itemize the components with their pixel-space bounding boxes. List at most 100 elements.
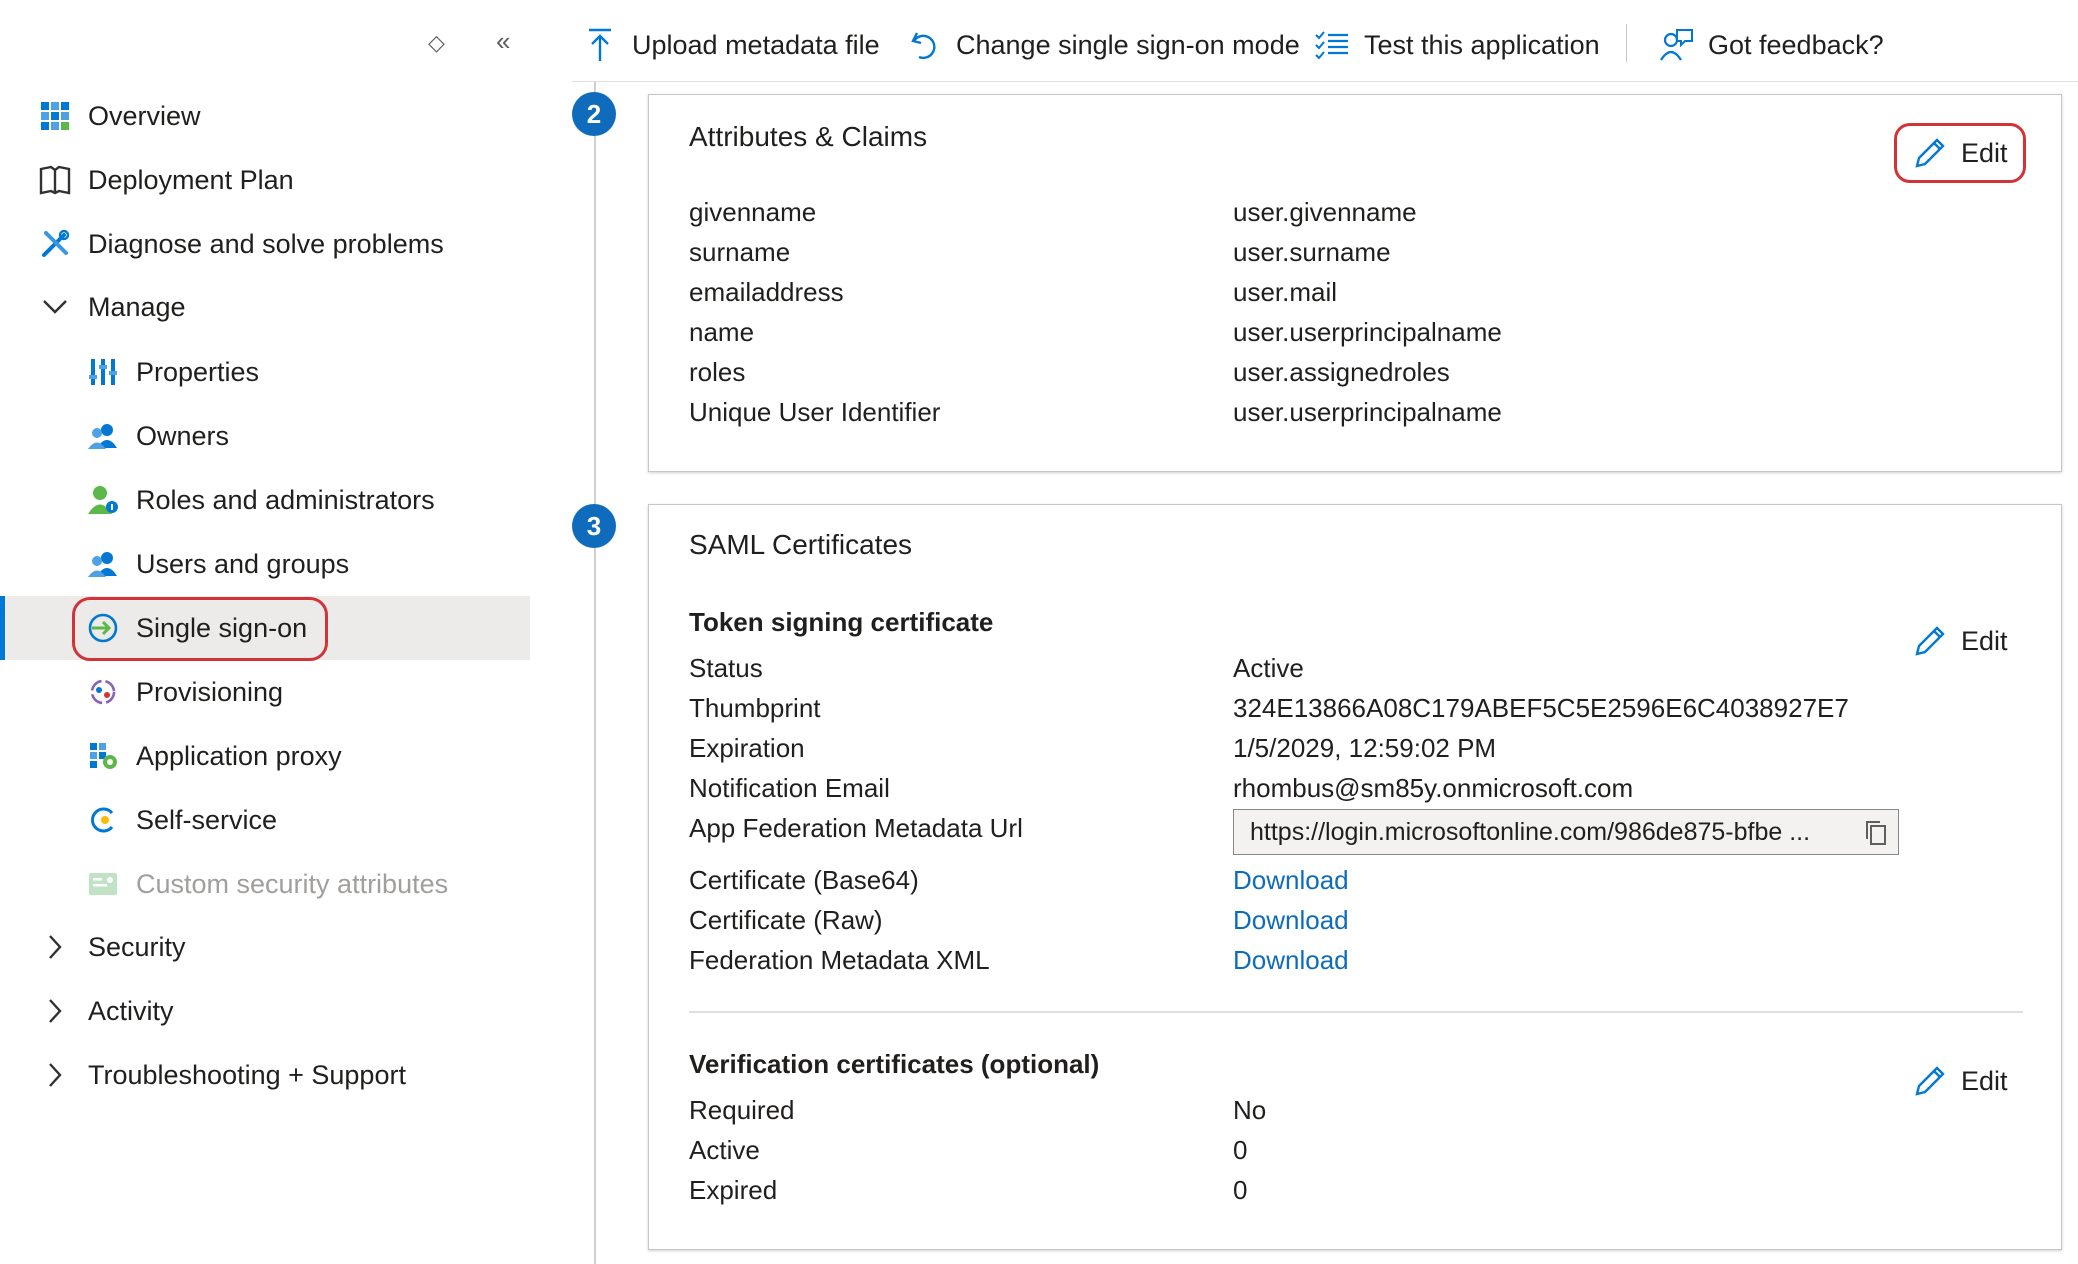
sidebar-item-application-proxy[interactable]: Application proxy bbox=[0, 724, 530, 788]
sidebar-item-label: Deployment Plan bbox=[88, 164, 294, 195]
token-signing-heading: Token signing certificate bbox=[689, 607, 994, 637]
tools-icon bbox=[38, 227, 72, 261]
feedback-button[interactable]: Got feedback? bbox=[1658, 22, 1884, 68]
metadata-url-value: https://login.microsoftonline.com/986de8… bbox=[1250, 817, 1811, 846]
expired-label: Expired bbox=[689, 1175, 778, 1205]
attributes-edit-button[interactable]: Edit bbox=[1913, 127, 2008, 179]
expiration-label: Expiration bbox=[689, 733, 805, 763]
certificate-raw-download-link[interactable]: Download bbox=[1233, 905, 1349, 936]
required-label: Required bbox=[689, 1095, 795, 1125]
metadata-url-label: App Federation Metadata Url bbox=[689, 813, 1023, 843]
owners-icon bbox=[86, 419, 120, 453]
sidebar-item-properties[interactable]: Properties bbox=[0, 340, 530, 404]
pencil-icon bbox=[1915, 626, 1945, 656]
sidebar-item-roles[interactable]: Roles and administrators bbox=[0, 468, 530, 532]
sidebar-item-label: Provisioning bbox=[136, 676, 284, 707]
claim-name: emailaddress bbox=[689, 277, 844, 307]
undo-icon bbox=[906, 27, 942, 63]
claim-value: user.assignedroles bbox=[1233, 357, 1450, 387]
users-groups-icon bbox=[86, 547, 120, 581]
token-signing-edit-button[interactable]: Edit bbox=[1913, 615, 2008, 667]
saml-certificates-title: SAML Certificates bbox=[689, 529, 913, 560]
attributes-claims-title: Attributes & Claims bbox=[689, 121, 928, 152]
status-label: Status bbox=[689, 653, 763, 683]
test-application-label: Test this application bbox=[1364, 29, 1600, 60]
pencil-icon bbox=[1915, 138, 1945, 168]
step-badge-2: 2 bbox=[572, 92, 616, 136]
edit-label: Edit bbox=[1961, 1065, 2008, 1096]
required-value: No bbox=[1233, 1095, 1267, 1125]
sidebar: ◇ « Overview Deployment Plan Diagnose an… bbox=[0, 0, 530, 1264]
step-badge-3: 3 bbox=[572, 504, 616, 548]
thumbprint-label: Thumbprint bbox=[689, 693, 821, 723]
claim-value: user.mail bbox=[1233, 277, 1338, 307]
metadata-url-field[interactable]: https://login.microsoftonline.com/986de8… bbox=[1233, 809, 1899, 855]
chevron-down-icon bbox=[38, 290, 72, 324]
verification-heading: Verification certificates (optional) bbox=[689, 1049, 1100, 1079]
active-value: 0 bbox=[1233, 1135, 1248, 1165]
sidebar-item-label: Manage bbox=[88, 291, 186, 322]
saml-certificates-card: SAML Certificates Token signing certific… bbox=[648, 504, 2062, 1250]
feedback-icon bbox=[1658, 27, 1694, 63]
status-value: Active bbox=[1233, 653, 1304, 683]
claim-value: user.surname bbox=[1233, 237, 1391, 267]
thumbprint-value: 324E13866A08C179ABEF5C5E2596E6C4038927E7 bbox=[1233, 693, 1849, 723]
sidebar-item-label: Activity bbox=[88, 995, 174, 1026]
notification-email-value: rhombus@sm85y.onmicrosoft.com bbox=[1233, 773, 1634, 803]
roles-icon bbox=[86, 483, 120, 517]
sidebar-item-label: Diagnose and solve problems bbox=[88, 228, 444, 259]
book-icon bbox=[38, 163, 72, 197]
sidebar-item-custom-security-attributes: Custom security attributes bbox=[0, 852, 530, 916]
feedback-label: Got feedback? bbox=[1708, 29, 1884, 60]
sidebar-item-label: Owners bbox=[136, 420, 230, 451]
sidebar-item-label: Self-service bbox=[136, 804, 278, 835]
notification-email-label: Notification Email bbox=[689, 773, 890, 803]
upload-metadata-label: Upload metadata file bbox=[632, 29, 880, 60]
overview-grid-icon bbox=[38, 99, 72, 133]
chevron-right-icon bbox=[38, 930, 72, 964]
expiration-value: 1/5/2029, 12:59:02 PM bbox=[1233, 733, 1497, 763]
sidebar-item-activity[interactable]: Activity bbox=[0, 979, 530, 1043]
change-sso-mode-button[interactable]: Change single sign-on mode bbox=[906, 22, 1300, 68]
claim-name: surname bbox=[689, 237, 791, 267]
pencil-icon bbox=[1915, 1066, 1945, 1096]
test-application-button[interactable]: Test this application bbox=[1314, 22, 1600, 68]
custom-attributes-icon bbox=[86, 867, 120, 901]
toolbar-separator bbox=[1626, 24, 1627, 62]
sidebar-item-troubleshooting[interactable]: Troubleshooting + Support bbox=[0, 1043, 530, 1107]
edit-label: Edit bbox=[1961, 137, 2008, 168]
certificate-raw-label: Certificate (Raw) bbox=[689, 905, 883, 935]
application-proxy-icon bbox=[86, 739, 120, 773]
sidebar-item-self-service[interactable]: Self-service bbox=[0, 788, 530, 852]
sidebar-item-security[interactable]: Security bbox=[0, 915, 530, 979]
sidebar-item-manage[interactable]: Manage bbox=[0, 275, 530, 339]
copy-icon[interactable] bbox=[1864, 820, 1888, 846]
claim-value: user.userprincipalname bbox=[1233, 317, 1502, 347]
sidebar-item-users-groups[interactable]: Users and groups bbox=[0, 532, 530, 596]
provisioning-icon bbox=[86, 675, 120, 709]
sidebar-item-label: Security bbox=[88, 931, 186, 962]
claim-name: name bbox=[689, 317, 755, 347]
sidebar-item-overview[interactable]: Overview bbox=[0, 84, 530, 148]
checklist-icon bbox=[1314, 27, 1350, 63]
sidebar-item-provisioning[interactable]: Provisioning bbox=[0, 660, 530, 724]
sidebar-item-diagnose[interactable]: Diagnose and solve problems bbox=[0, 212, 530, 276]
sidebar-item-deployment-plan[interactable]: Deployment Plan bbox=[0, 148, 530, 212]
step-connector-line bbox=[594, 82, 596, 1264]
properties-bars-icon bbox=[86, 355, 120, 389]
sidebar-item-owners[interactable]: Owners bbox=[0, 404, 530, 468]
self-service-icon bbox=[86, 803, 120, 837]
certificate-base64-download-link[interactable]: Download bbox=[1233, 865, 1349, 896]
command-bar: Upload metadata file Change single sign-… bbox=[572, 0, 2078, 82]
sidebar-item-label: Overview bbox=[88, 100, 201, 131]
federation-xml-download-link[interactable]: Download bbox=[1233, 945, 1349, 976]
upload-metadata-button[interactable]: Upload metadata file bbox=[582, 22, 880, 68]
collapse-sidebar-icon[interactable]: « bbox=[496, 26, 510, 57]
sidebar-item-label: Users and groups bbox=[136, 548, 350, 579]
edit-label: Edit bbox=[1961, 625, 2008, 656]
attributes-claims-card: Attributes & Claims Edit givenname user.… bbox=[648, 94, 2062, 472]
claim-value: user.userprincipalname bbox=[1233, 397, 1502, 427]
verification-edit-button[interactable]: Edit bbox=[1913, 1055, 2008, 1107]
claim-value: user.givenname bbox=[1233, 197, 1417, 227]
sort-icon[interactable]: ◇ bbox=[428, 30, 445, 56]
